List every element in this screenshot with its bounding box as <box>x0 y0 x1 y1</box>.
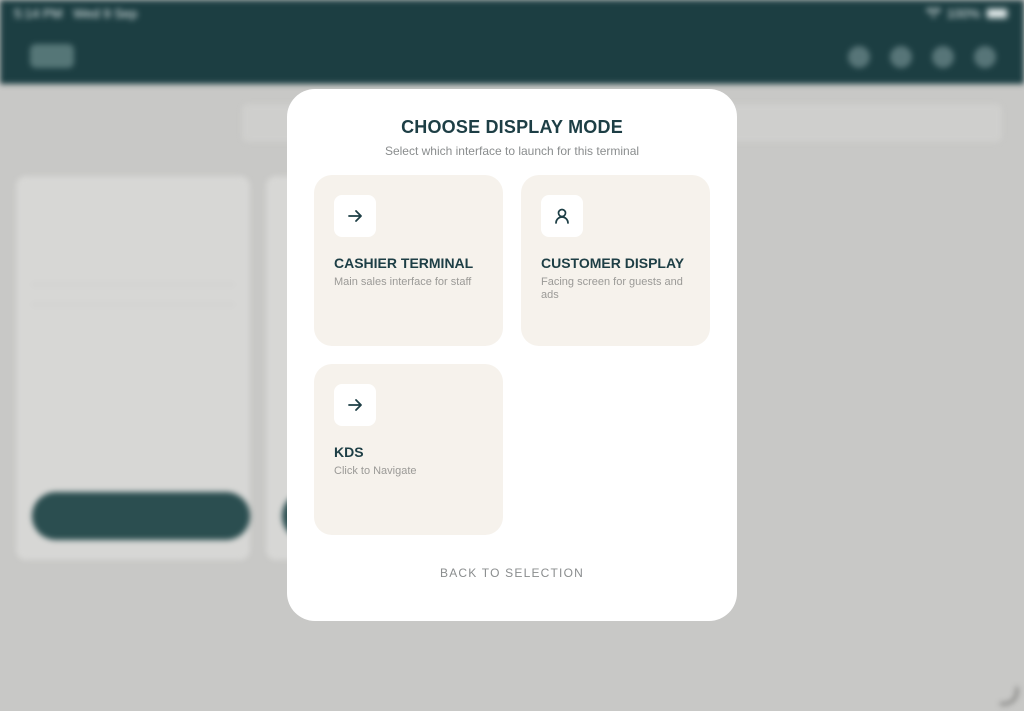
status-time-value: 5:14 PM <box>14 6 63 21</box>
app-logo <box>30 44 74 68</box>
option-title: CASHIER TERMINAL <box>334 255 474 271</box>
header-icon <box>932 46 954 68</box>
back-to-selection-button[interactable]: BACK TO SELECTION <box>287 566 737 580</box>
background-card-button <box>32 492 250 540</box>
user-icon <box>541 195 583 237</box>
arrow-right-icon <box>334 195 376 237</box>
header-icon <box>974 46 996 68</box>
status-right: 100% <box>925 6 1008 21</box>
option-customer-display[interactable]: CUSTOMER DISPLAY Facing screen for guest… <box>521 175 710 346</box>
header-icon <box>848 46 870 68</box>
arrow-right-icon <box>334 384 376 426</box>
option-kds[interactable]: KDS Click to Navigate <box>314 364 503 535</box>
option-title: KDS <box>334 444 364 460</box>
modal-title: CHOOSE DISPLAY MODE <box>401 117 623 137</box>
option-description: Click to Navigate <box>334 465 417 477</box>
display-mode-modal: CHOOSE DISPLAY MODE Select which interfa… <box>287 89 737 621</box>
loading-spinner-icon <box>1000 687 1018 705</box>
background-card <box>16 176 250 560</box>
battery-percent: 100% <box>946 6 980 21</box>
status-time: 5:14 PM Wed 9 Sep <box>14 6 137 21</box>
option-description: Facing screen for guests and ads <box>541 276 683 301</box>
app-header <box>0 28 1024 84</box>
option-description: Main sales interface for staff <box>334 276 472 288</box>
modal-subtitle: Select which interface to launch for thi… <box>384 144 640 158</box>
battery-icon <box>986 8 1008 19</box>
header-icon <box>890 46 912 68</box>
status-date: Wed 9 Sep <box>73 6 138 21</box>
wifi-icon <box>925 8 941 18</box>
option-title: CUSTOMER DISPLAY <box>541 255 685 271</box>
option-cashier-terminal[interactable]: CASHIER TERMINAL Main sales interface fo… <box>314 175 503 346</box>
status-bar: 5:14 PM Wed 9 Sep 100% <box>0 0 1024 28</box>
